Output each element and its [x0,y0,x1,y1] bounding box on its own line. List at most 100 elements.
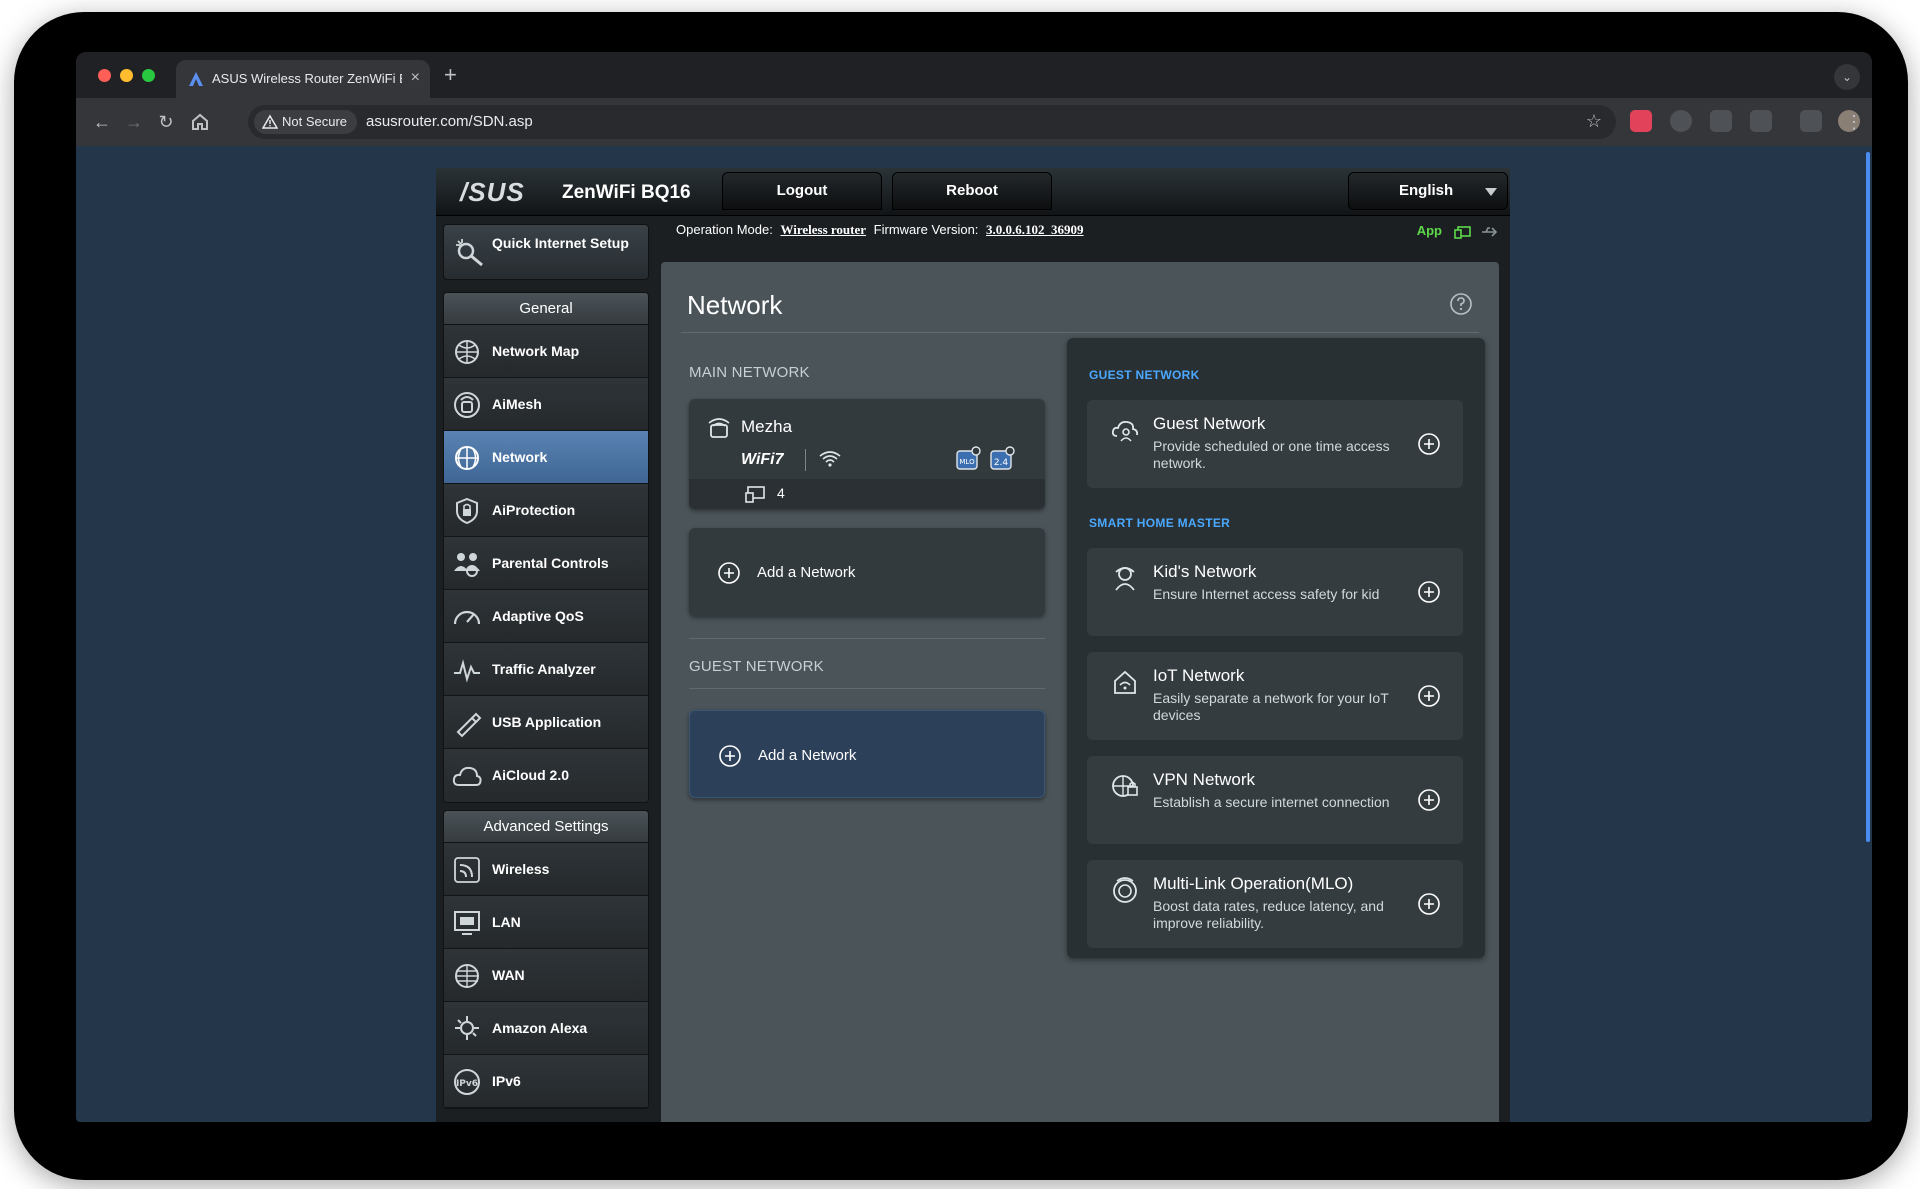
maximize-window-button[interactable] [142,69,155,82]
page-scrollbar[interactable] [1866,152,1870,842]
sidebar-item-aicloud[interactable]: AiCloud 2.0 [444,749,648,802]
mlo-card[interactable]: Multi-Link Operation(MLO) Boost data rat… [1087,860,1463,948]
firmware-link[interactable]: 3.0.0.6.102_36909 [986,222,1084,237]
guest-network-card[interactable]: Guest Network Provide scheduled or one t… [1087,400,1463,488]
translate-extension-icon[interactable] [1710,110,1732,132]
band-badge-text: 2.4 [994,458,1009,468]
sidebar-item-traffic-analyzer[interactable]: Traffic Analyzer [444,643,648,696]
quick-setup-label: Quick Internet Setup [492,235,629,251]
plus-circle-icon[interactable] [1417,580,1441,604]
sidebar-item-network[interactable]: Network [444,431,648,484]
iot-network-desc: Easily separate a network for your IoT d… [1153,690,1389,723]
minimize-window-button[interactable] [120,69,133,82]
address-bar[interactable]: Not Secure asusrouter.com/SDN.asp ☆ [248,105,1616,139]
sidebar-item-aiprotection[interactable]: AiProtection [444,484,648,537]
sidebar-item-network-map[interactable]: Network Map [444,325,648,378]
screenshot-stage: ASUS Wireless Router ZenWiFi BQ16 × + ⌄ … [0,0,1920,1189]
plus-circle-icon[interactable] [1417,788,1441,812]
home-icon[interactable] [188,110,212,134]
sidebar-item-label: Network [492,449,548,465]
puzzle-extensions-icon[interactable] [1750,110,1772,132]
op-mode-link[interactable]: Wireless router [780,222,866,237]
network-icon [455,446,479,470]
reading-list-icon[interactable] [1800,110,1822,132]
mesh-icon [454,392,480,418]
sidebar-item-amazon-alexa[interactable]: Amazon Alexa [444,1002,648,1055]
devices-icon [745,486,765,503]
main-network-card[interactable]: Mezha WiFi7 MLO 2.4 4 [689,399,1045,509]
iot-network-card[interactable]: IoT Network Easily separate a network fo… [1087,652,1463,740]
advanced-header: Advanced Settings [444,811,648,843]
bookmark-star-icon[interactable]: ☆ [1586,111,1602,132]
sidebar-item-parental-controls[interactable]: Parental Controls [444,537,648,590]
not-secure-chip[interactable]: Not Secure [254,110,358,134]
app-link[interactable]: App [1417,223,1442,238]
help-question-icon[interactable] [1449,292,1473,316]
browser-menu-icon[interactable]: ⋮ [1842,110,1866,134]
plus-circle-icon[interactable] [1417,684,1441,708]
pocket-extension-icon[interactable] [1630,110,1652,132]
guest-network-desc: Provide scheduled or one time access net… [1153,438,1390,471]
section-divider [689,688,1045,689]
add-guest-network-button[interactable]: Add a Network [689,710,1045,798]
cloud-icon [452,766,482,786]
language-select[interactable]: English [1348,172,1508,210]
wifi7-badge: WiFi7 [741,451,784,468]
forward-icon[interactable]: → [122,110,146,134]
sidebar-item-aimesh[interactable]: AiMesh [444,378,648,431]
smart-home-section-label: SMART HOME MASTER [1089,516,1231,530]
kids-network-desc: Ensure Internet access safety for kid [1153,586,1380,602]
reload-icon[interactable]: ↻ [154,110,178,134]
sidebar-item-label: AiCloud 2.0 [492,767,570,783]
usb-status-icon[interactable] [1480,224,1498,240]
router-wifi-icon [708,418,730,438]
new-tab-button[interactable]: + [444,62,457,88]
kids-network-card[interactable]: Kid's Network Ensure Internet access saf… [1087,548,1463,636]
tab-close-icon[interactable]: × [411,69,420,87]
add-main-network-button[interactable]: Add a Network [689,528,1045,616]
mlo-badge-text: MLO [959,458,975,466]
network-types-panel: GUEST NETWORK Guest Network Provide sche… [1067,338,1485,958]
extension-icon[interactable] [1670,110,1692,132]
language-value: English [1399,182,1454,199]
close-window-button[interactable] [98,69,111,82]
sidebar-item-wan[interactable]: WAN [444,949,648,1002]
sidebar-item-label: WAN [492,967,525,983]
sidebar-item-label: Traffic Analyzer [492,661,596,677]
guest-cloud-icon [1111,420,1139,442]
sidebar-item-ipv6[interactable]: IPv6 IPv6 [444,1055,648,1108]
sidebar-item-wireless[interactable]: Wireless [444,843,648,896]
url-text[interactable]: asusrouter.com/SDN.asp [366,113,533,130]
svg-text:IPv6: IPv6 [456,1079,478,1089]
sidebar-item-adaptive-qos[interactable]: Adaptive QoS [444,590,648,643]
browser-window: ASUS Wireless Router ZenWiFi BQ16 × + ⌄ … [76,52,1872,1122]
mlo-desc: Boost data rates, reduce latency, and im… [1153,898,1384,931]
plus-circle-icon[interactable] [1417,432,1441,456]
vpn-globe-lock-icon [1112,775,1138,797]
wan-globe-icon [455,964,479,988]
kids-network-title: Kid's Network [1153,562,1257,581]
shield-icon [456,497,478,525]
main-network-footer: 4 [689,479,1045,509]
logout-button[interactable]: Logout [722,172,882,210]
lan-icon [454,911,480,935]
vpn-network-card[interactable]: VPN Network Establish a secure internet … [1087,756,1463,844]
kid-icon [1115,567,1135,591]
sidebar-item-usb-application[interactable]: USB Application [444,696,648,749]
router-model: ZenWiFi BQ16 [562,182,691,203]
gauge-icon [453,610,481,625]
sidebar-item-label: USB Application [492,714,602,730]
back-icon[interactable]: ← [90,110,114,134]
alexa-icon [455,1016,479,1040]
plus-circle-icon[interactable] [1417,892,1441,916]
quick-internet-setup-button[interactable]: Quick Internet Setup [443,224,649,280]
tab-search-button[interactable]: ⌄ [1834,64,1860,90]
app-devices-icon[interactable] [1454,224,1472,240]
add-network-label: Add a Network [757,564,856,581]
browser-tab-active[interactable]: ASUS Wireless Router ZenWiFi BQ16 × [176,60,430,98]
sidebar-item-lan[interactable]: LAN [444,896,648,949]
browser-toolbar: ← → ↻ Not Secure asusrouter.com/SDN.asp … [76,98,1872,146]
sidebar-item-label: Amazon Alexa [492,1020,588,1036]
reboot-button[interactable]: Reboot [892,172,1052,210]
wifi-signal-icon [819,451,841,467]
